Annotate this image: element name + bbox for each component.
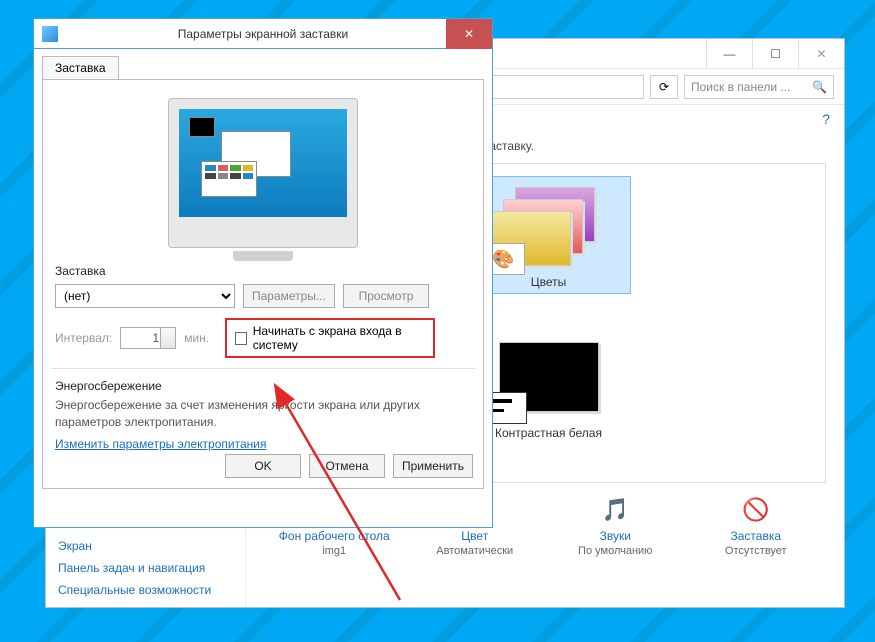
item-title: Цвет <box>461 529 488 543</box>
search-placeholder: Поиск в панели ... <box>691 80 790 94</box>
interval-spinner[interactable]: 1 <box>120 327 176 349</box>
close-button[interactable]: ✕ <box>798 39 844 68</box>
parameters-button: Параметры... <box>243 284 335 308</box>
logon-checkbox[interactable] <box>235 332 247 345</box>
dialog-buttons: OK Отмена Применить <box>225 454 473 478</box>
preview-button: Просмотр <box>343 284 429 308</box>
ok-button[interactable]: OK <box>225 454 301 478</box>
palette-icon: 🎨 <box>492 249 514 270</box>
search-icon: 🔍 <box>812 80 827 94</box>
dialog-body: Заставка (нет) Параметры... Просмотр Инт… <box>42 79 484 489</box>
theme-label: Цветы <box>531 275 567 289</box>
item-subtitle: img1 <box>322 545 346 557</box>
sidebar-item-accessibility[interactable]: Специальные возможности <box>58 583 233 597</box>
item-title: Заставка <box>730 529 781 543</box>
power-section-title: Энергосбережение <box>55 379 471 393</box>
refresh-button[interactable]: ⟳ <box>650 75 678 99</box>
sidebar-item-taskbar[interactable]: Панель задач и навигация <box>58 561 233 575</box>
item-subtitle: Автоматически <box>436 545 513 557</box>
cancel-button[interactable]: Отмена <box>309 454 385 478</box>
system-icon <box>42 26 58 42</box>
screensaver-settings-dialog: Параметры экранной заставки ✕ Заставка <box>33 18 493 528</box>
power-settings-link[interactable]: Изменить параметры электропитания <box>55 437 266 451</box>
logon-checkbox-highlight: Начинать с экрана входа в систему <box>225 318 435 358</box>
monitor-preview <box>168 98 358 248</box>
sidebar-item-display[interactable]: Экран <box>58 539 233 553</box>
interval-label: Интервал: <box>55 331 112 345</box>
sound-icon: 🎵 <box>598 493 632 527</box>
theme-label: Контрастная белая <box>495 426 602 440</box>
dialog-title: Параметры экранной заставки <box>178 27 349 41</box>
maximize-button[interactable]: ☐ <box>752 39 798 68</box>
item-subtitle: Отсутствует <box>725 545 787 557</box>
sounds-link[interactable]: 🎵 Звуки По умолчанию <box>550 493 680 557</box>
search-input[interactable]: Поиск в панели ... 🔍 <box>684 75 834 99</box>
logon-checkbox-label: Начинать с экрана входа в систему <box>253 324 425 352</box>
item-title: Звуки <box>600 529 631 543</box>
item-title: Фон рабочего стола <box>279 529 390 543</box>
screensaver-icon: 🚫 <box>739 493 773 527</box>
screensaver-label: Заставка <box>55 264 471 278</box>
dialog-titlebar: Параметры экранной заставки ✕ <box>34 19 492 49</box>
apply-button[interactable]: Применить <box>393 454 473 478</box>
item-subtitle: По умолчанию <box>578 545 652 557</box>
minimize-button[interactable]: — <box>706 39 752 68</box>
interval-unit: мин. <box>184 331 209 345</box>
tab-strip: Заставка <box>34 49 492 79</box>
power-description: Энергосбережение за счет изменения яркос… <box>55 397 471 431</box>
screensaver-select[interactable]: (нет) <box>55 284 235 308</box>
screensaver-link[interactable]: 🚫 Заставка Отсутствует <box>691 493 821 557</box>
close-button[interactable]: ✕ <box>446 19 492 49</box>
tab-screensaver[interactable]: Заставка <box>42 56 119 79</box>
